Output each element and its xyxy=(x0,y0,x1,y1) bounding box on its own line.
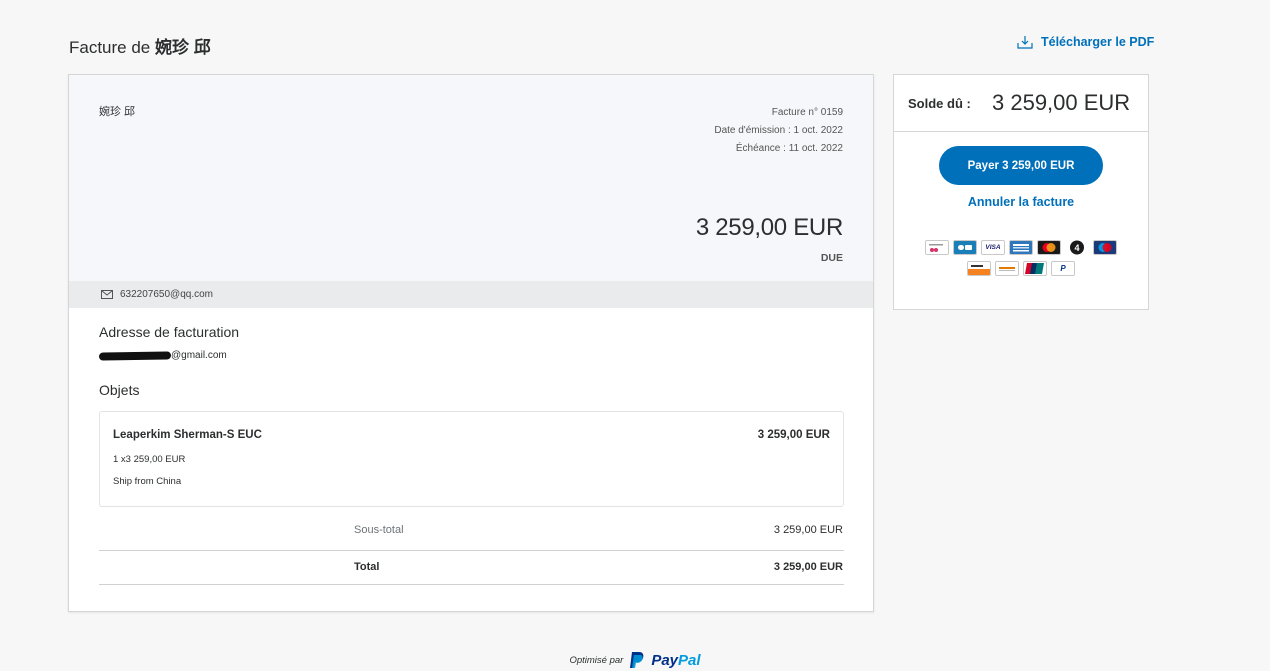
download-icon xyxy=(1017,36,1033,49)
footer: Optimisé par PayPal xyxy=(0,651,1270,669)
maestro-icon xyxy=(1093,240,1117,255)
paypal-icon: P xyxy=(1051,261,1075,276)
amex-icon xyxy=(1009,240,1033,255)
download-pdf-link[interactable]: Télécharger le PDF xyxy=(1017,35,1154,49)
card-row: P xyxy=(967,261,1075,276)
pay-button[interactable]: Payer 3 259,00 EUR xyxy=(939,146,1103,185)
subtotal-value: 3 259,00 EUR xyxy=(773,524,843,536)
mastercard-icon xyxy=(1037,240,1061,255)
page-title-merchant: 婉珍 邱 xyxy=(155,38,211,57)
invoice-amount: 3 259,00 EUR xyxy=(695,214,843,241)
total-label: Total xyxy=(354,561,380,573)
item-price: 3 259,00 EUR xyxy=(757,429,830,441)
carte-bancaire-icon xyxy=(953,240,977,255)
balance-label: Solde dû : xyxy=(908,96,971,111)
billing-address-title: Adresse de facturation xyxy=(99,324,240,340)
due-date: Échéance : 11 oct. 2022 xyxy=(735,143,843,154)
total-value: 3 259,00 EUR xyxy=(773,561,843,573)
cetelem-4x-icon: 4 xyxy=(1065,240,1089,255)
paypal-brand-b: Pal xyxy=(678,651,701,669)
cofinoga-icon xyxy=(925,240,949,255)
aurore-icon xyxy=(995,261,1019,276)
issue-date: Date d'émission : 1 oct. 2022 xyxy=(714,125,843,136)
divider xyxy=(99,550,844,551)
discover-icon xyxy=(967,261,991,276)
item-name: Leaperkim Sherman-S EUC xyxy=(113,429,262,441)
merchant-email: 632207650@qq.com xyxy=(120,289,213,300)
list-item: Leaperkim Sherman-S EUC 3 259,00 EUR 1 x… xyxy=(99,411,844,507)
invoice-card: 婉珍 邱 Facture n° 0159 Date d'émission : 1… xyxy=(68,74,874,612)
items-title: Objets xyxy=(99,382,140,398)
download-pdf-label: Télécharger le PDF xyxy=(1041,35,1155,49)
invoice-meta: Facture n° 0159 Date d'émission : 1 oct.… xyxy=(714,104,843,158)
cancel-invoice-link[interactable]: Annuler la facture xyxy=(894,195,1148,209)
paypal-brand-a: Pay xyxy=(651,651,679,669)
visa-icon: VISA xyxy=(981,240,1005,255)
balance-row: Solde dû : 3 259,00 EUR xyxy=(894,75,1148,132)
billing-email: @gmail.com xyxy=(98,350,227,361)
payment-panel: Solde dû : 3 259,00 EUR Payer 3 259,00 E… xyxy=(893,74,1149,310)
svg-text:4: 4 xyxy=(1074,243,1079,253)
accepted-cards: VISA 4 P xyxy=(894,240,1148,276)
unionpay-icon xyxy=(1023,261,1047,276)
item-quantity: 1 x3 259,00 EUR xyxy=(113,454,186,465)
paypal-brand: PayPal xyxy=(651,652,700,669)
invoice-number: Facture n° 0159 xyxy=(771,107,843,118)
subtotal-label: Sous-total xyxy=(354,524,404,536)
invoice-header: 婉珍 邱 Facture n° 0159 Date d'émission : 1… xyxy=(69,75,873,281)
redacted-mark xyxy=(98,350,172,361)
paypal-logo-icon xyxy=(630,652,644,668)
optimized-by-text: Optimisé par xyxy=(569,654,624,666)
page-title: Facture de 婉珍 邱 xyxy=(69,33,211,58)
merchant-email-bar: 632207650@qq.com xyxy=(69,281,873,308)
card-row: VISA 4 xyxy=(925,240,1117,255)
merchant-name: 婉珍 邱 xyxy=(99,106,136,118)
item-description: Ship from China xyxy=(113,476,182,487)
envelope-icon xyxy=(101,290,113,299)
balance-amount: 3 259,00 EUR xyxy=(992,90,1131,115)
page-title-prefix: Facture de xyxy=(69,38,151,57)
status-badge: DUE xyxy=(820,252,843,264)
divider xyxy=(99,584,844,585)
billing-email-suffix: @gmail.com xyxy=(171,350,227,361)
